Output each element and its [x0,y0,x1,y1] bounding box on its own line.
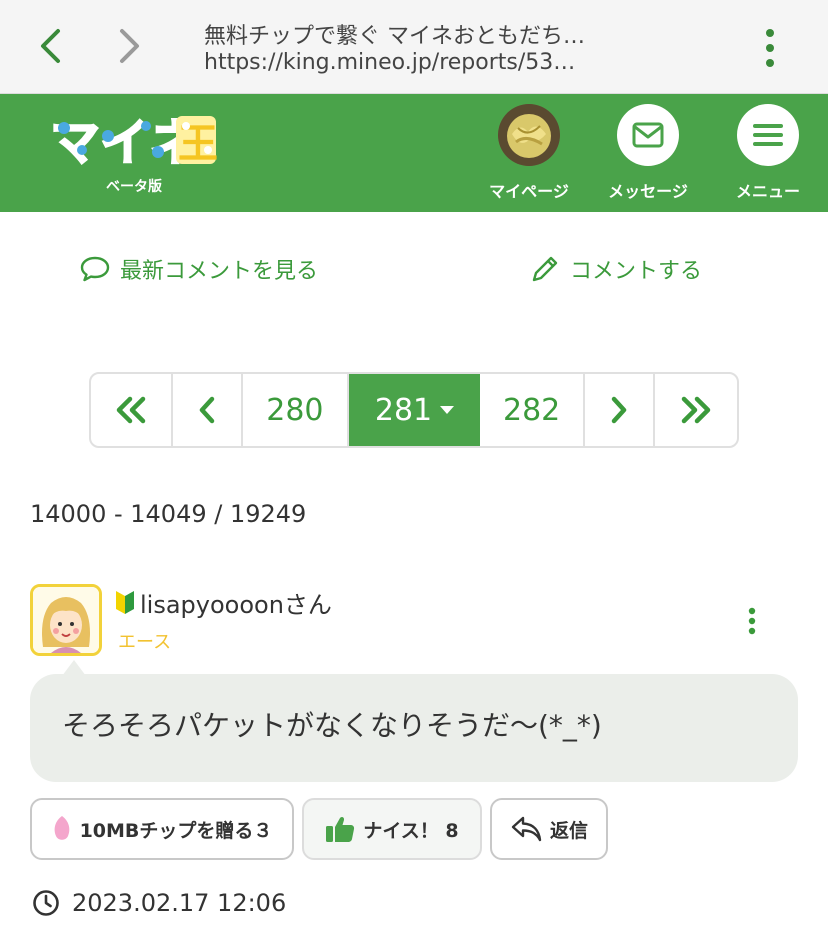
comment-menu-button[interactable] [740,604,764,638]
speech-bubble-icon [80,256,110,282]
nice-label: ナイス！ 8 [363,819,459,842]
more-vertical-icon [748,607,756,635]
write-comment-link[interactable]: コメントする [530,252,702,286]
chevron-left-icon [41,29,60,63]
last-page-button[interactable] [655,374,737,446]
timestamp-text: 2023.02.17 12:06 [72,889,287,917]
page-button-prev-number[interactable]: 280 [243,374,350,446]
browser-page-title: 無料チップで繋ぐ マイネおともだち… [204,24,585,49]
pagination: 280 281 282 [89,372,739,448]
user-name: lisapyoooonさん [140,590,332,619]
browser-url[interactable]: https://king.mineo.jp/reports/53… [204,50,664,75]
chevron-right-icon [120,29,139,63]
message-button[interactable]: メッセージ [593,104,703,204]
double-chevron-left-icon [116,396,146,424]
browser-menu-button[interactable] [752,26,788,70]
thumbs-up-icon [326,816,355,842]
user-avatar[interactable] [30,584,102,656]
clock-icon [33,890,59,916]
user-avatar-illustration-icon [33,587,99,653]
menu-circle [737,104,799,166]
chevron-left-icon [199,396,214,424]
user-rank-badge: エース [118,632,172,653]
double-chevron-right-icon [681,396,711,424]
mypage-button[interactable]: マイページ [474,104,584,204]
reply-button[interactable]: 返信 [490,798,608,860]
more-vertical-icon [766,29,774,67]
mineo-logo-icon: マイネ 王 [49,113,218,173]
site-header: マイネ 王 ベータ版 マイページ メッセージ メニュー [0,94,828,212]
comment-timestamp: 2023.02.17 12:06 [32,886,286,920]
latest-comments-label: 最新コメントを見る [120,259,319,284]
user-photo-icon [498,104,560,166]
nice-button[interactable]: ナイス！ 8 [302,798,482,860]
forward-button[interactable] [110,26,150,66]
reply-arrow-icon [511,816,542,842]
first-page-button[interactable] [91,374,173,446]
send-chip-label: 10MBチップを贈る３ [79,819,273,842]
next-page-button[interactable] [585,374,656,446]
write-comment-label: コメントする [570,259,703,284]
browser-toolbar: 無料チップで繋ぐ マイネおともだち… https://king.mineo.jp… [0,0,828,94]
hamburger-icon [753,124,783,146]
chevron-right-icon [612,396,627,424]
message-circle [617,104,679,166]
reply-label: 返信 [549,819,588,842]
comment-author[interactable]: lisapyoooonさん [114,586,332,619]
menu-button[interactable]: メニュー [713,104,823,204]
prev-page-button[interactable] [173,374,243,446]
pencil-icon [532,256,558,282]
envelope-icon [632,122,664,148]
beginner-mark-icon [116,591,134,614]
comment-range-text: 14000 - 14049 / 19249 [30,500,307,528]
current-page-dropdown[interactable]: 281 [349,374,480,446]
send-chip-button[interactable]: 10MBチップを贈る３ [30,798,294,860]
beta-label: ベータ版 [106,179,162,195]
current-page-label: 281 [374,392,433,428]
comment-bubble: そろそろパケットがなくなりそうだ〜(*_*) [30,674,798,782]
back-button[interactable] [30,26,70,66]
site-logo[interactable]: マイネ 王 [48,110,220,173]
mypage-label: マイページ [489,182,569,201]
message-label: メッセージ [608,182,688,201]
page-button-next-number[interactable]: 282 [480,374,586,446]
avatar [498,104,560,166]
caret-down-icon [440,406,455,414]
petal-icon [54,816,69,840]
latest-comments-link[interactable]: 最新コメントを見る [80,252,318,286]
comment-text: そろそろパケットがなくなりそうだ〜(*_*) [62,709,602,742]
menu-label: メニュー [735,182,800,201]
